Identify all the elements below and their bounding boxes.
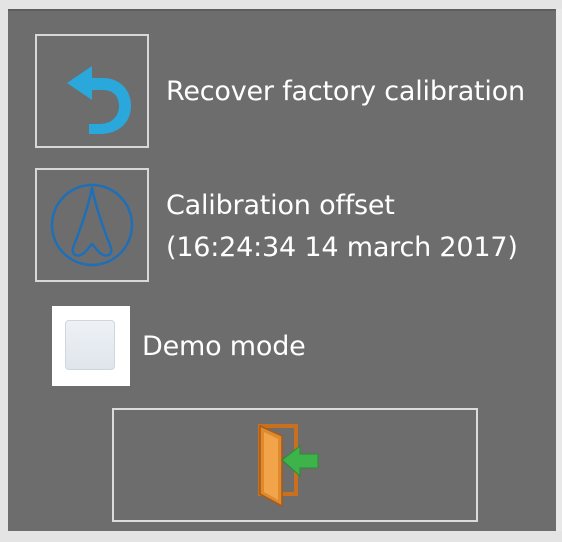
panel-edge: [556, 9, 562, 531]
exit-door-icon: [258, 424, 319, 508]
calibration-icon: [50, 183, 134, 267]
calibration-offset-button[interactable]: [35, 168, 149, 282]
exit-button[interactable]: [112, 408, 478, 522]
undo-arrow-icon: [67, 66, 131, 134]
dialog-frame: Recover factory calibration Calibration …: [0, 0, 562, 542]
calibration-offset-timestamp: (16:24:34 14 march 2017): [166, 232, 518, 263]
demo-mode-label: Demo mode: [142, 331, 306, 362]
demo-mode-checkbox[interactable]: [52, 306, 130, 386]
calibration-offset-label: Calibration offset: [166, 190, 395, 221]
demo-mode-checkbox-box: [65, 320, 115, 370]
recover-factory-calibration-button[interactable]: [35, 34, 149, 148]
recover-factory-calibration-label: Recover factory calibration: [166, 76, 525, 107]
